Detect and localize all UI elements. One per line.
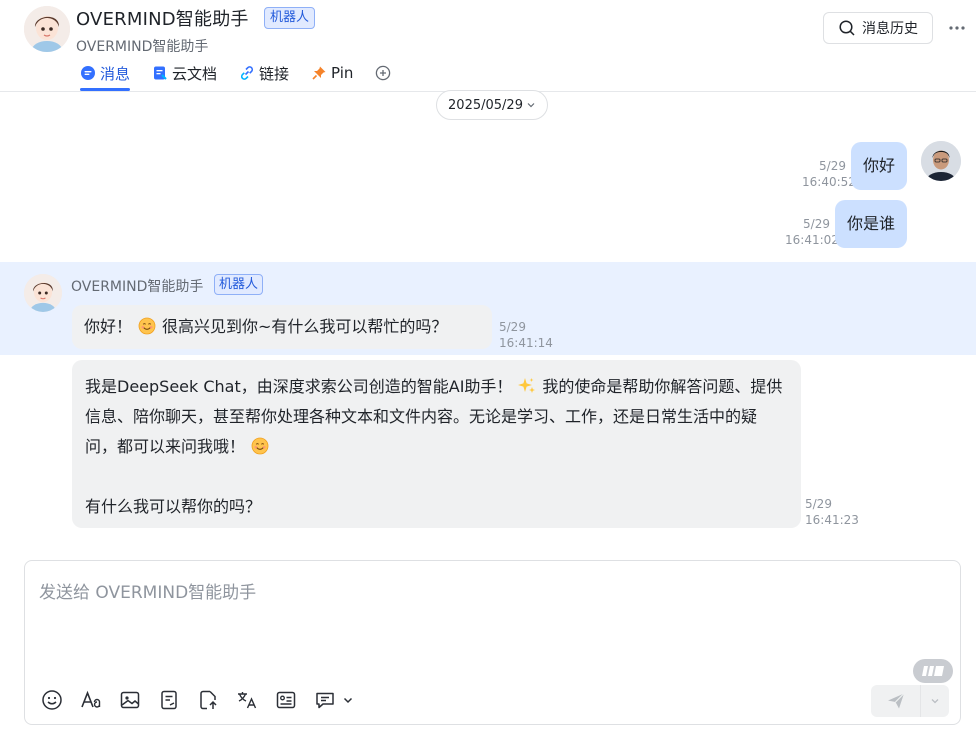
tab-links[interactable]: 链接: [239, 58, 289, 88]
send-options-button[interactable]: [921, 685, 949, 717]
chat-title: OVERMIND智能助手: [76, 9, 249, 30]
tab-messages-label: 消息: [100, 64, 131, 83]
tab-messages[interactable]: 消息: [80, 58, 131, 91]
user-message-text: 你是谁: [847, 214, 896, 233]
image-button[interactable]: [117, 687, 143, 713]
message-history-button[interactable]: 消息历史: [823, 12, 933, 44]
message-timestamp: 5/29 16:41:02: [785, 216, 839, 248]
add-tab-button[interactable]: [375, 58, 391, 88]
more-dots-icon: [949, 26, 965, 30]
bot-message-text: 有什么我可以帮你的吗？: [85, 497, 262, 516]
keyboard-icon: [922, 666, 944, 676]
bot-message-text: 你好！: [84, 317, 133, 336]
tab-pin-label: Pin: [331, 64, 354, 82]
date-divider[interactable]: 2025/05/29: [436, 90, 548, 120]
tab-docs[interactable]: 云文档: [152, 58, 217, 88]
chevron-down-icon: [343, 697, 353, 704]
more-tools-dropdown[interactable]: [341, 687, 355, 713]
text-format-button[interactable]: [78, 687, 104, 713]
message-timestamp: 5/29 16:41:23: [805, 496, 859, 528]
bot-message-text: 我是DeepSeek Chat，由深度求索公司创造的智能AI助手！: [85, 377, 513, 396]
upload-file-icon: [200, 690, 217, 710]
plus-circle-icon: [376, 65, 391, 81]
quick-reply-button[interactable]: [312, 687, 338, 713]
translate-icon: [238, 692, 257, 709]
user-avatar[interactable]: [921, 141, 961, 181]
sparkles-emoji-icon: [518, 375, 536, 393]
user-message-bubble[interactable]: 你是谁: [835, 200, 908, 248]
image-icon: [120, 691, 140, 709]
composer-toolbar: [39, 687, 368, 713]
chat-bubble-icon: [80, 65, 96, 81]
pin-icon: [311, 65, 327, 81]
chat-window: OVERMIND智能助手 机器人 OVERMIND智能助手 消息 云文档 链接: [0, 0, 976, 732]
keyboard-shortcut-badge[interactable]: [913, 659, 953, 683]
date-divider-label: 2025/05/29: [448, 97, 523, 113]
message-time: 16:40:52: [802, 175, 856, 189]
bot-avatar[interactable]: [24, 274, 62, 312]
tab-links-label: 链接: [259, 64, 290, 83]
message-timestamp: 5/29 16:41:14: [499, 319, 553, 351]
chat-subtitle: OVERMIND智能助手: [76, 39, 209, 55]
message-history-label: 消息历史: [862, 21, 918, 37]
send-button[interactable]: [871, 685, 921, 717]
send-icon: [887, 693, 904, 709]
robot-badge: 机器人: [214, 274, 264, 295]
message-time: 16:41:14: [499, 336, 553, 350]
chat-header: OVERMIND智能助手 机器人 OVERMIND智能助手 消息 云文档 链接: [0, 0, 976, 92]
upload-file-button[interactable]: [195, 687, 221, 713]
card-button[interactable]: [273, 687, 299, 713]
link-icon: [239, 65, 255, 81]
message-date: 5/29: [805, 497, 832, 511]
text-format-icon: [81, 690, 101, 708]
quick-reply-icon: [316, 692, 334, 709]
document-button[interactable]: [156, 687, 182, 713]
card-icon: [276, 691, 296, 709]
message-input[interactable]: [39, 573, 899, 613]
search-icon: [839, 20, 855, 36]
bot-avatar[interactable]: [24, 6, 70, 52]
message-time: 16:41:23: [805, 513, 859, 527]
message-composer: [24, 560, 961, 725]
doc-icon: [152, 65, 168, 81]
bot-message-bubble[interactable]: 我是DeepSeek Chat，由深度求索公司创造的智能AI助手！ 我的使命是帮助…: [72, 360, 801, 528]
smile-emoji-icon: [138, 308, 156, 335]
message-date: 5/29: [803, 217, 830, 231]
bot-message-paragraph: 我是DeepSeek Chat，由深度求索公司创造的智能AI助手！ 我的使命是帮助…: [85, 372, 788, 462]
robot-badge: 机器人: [264, 7, 316, 29]
tab-docs-label: 云文档: [172, 64, 218, 83]
document-icon: [161, 690, 177, 710]
tab-pin[interactable]: Pin: [311, 58, 353, 88]
sender-name[interactable]: OVERMIND智能助手: [71, 276, 203, 296]
more-options-button[interactable]: [946, 18, 968, 38]
message-date: 5/29: [499, 320, 526, 334]
smile-emoji-icon: [251, 435, 269, 455]
header-tabs: 消息 云文档 链接 Pin: [80, 58, 391, 92]
translate-button[interactable]: [234, 687, 260, 713]
user-message-bubble[interactable]: 你好: [851, 142, 908, 190]
message-date: 5/29: [819, 159, 846, 173]
emoji-button[interactable]: [39, 687, 65, 713]
send-button-group: [871, 685, 949, 717]
message-time: 16:41:02: [785, 233, 839, 247]
chevron-down-icon: [931, 699, 939, 704]
chevron-down-icon: [527, 103, 535, 108]
emoji-icon: [42, 690, 62, 710]
bot-message-bubble[interactable]: 你好！ 很高兴见到你~有什么我可以帮忙的吗？: [72, 305, 492, 349]
user-message-text: 你好: [863, 156, 896, 175]
message-timestamp: 5/29 16:40:52: [802, 158, 856, 190]
bot-message-text: 很高兴见到你~有什么我可以帮忙的吗？: [162, 317, 448, 336]
